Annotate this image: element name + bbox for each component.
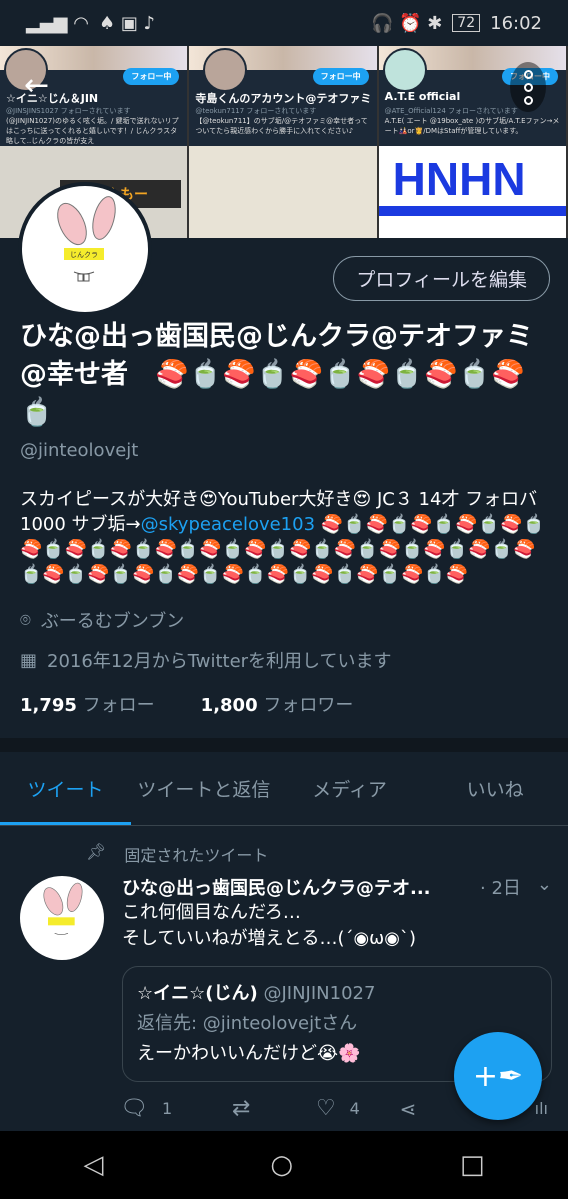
profile-info: ひな@出っ歯国民@じんクラ@テオファミ@幸せ者 🍣🍵🍣🍵🍣🍵🍣🍵🍣🍵🍣🍵 @ji… (20, 318, 552, 717)
tab-likes[interactable]: いいね (422, 752, 568, 825)
followers-number: 1,800 (200, 695, 258, 716)
following-label: フォロー (82, 695, 155, 716)
feather-plus-icon: +✒ (472, 1058, 524, 1094)
notification-icons: ♠ ▣ ♪ (98, 12, 156, 34)
reply-icon[interactable]: 🗨︎ (120, 1096, 148, 1121)
profile-tabs: ツイート ツイートと返信 メディア いいね (0, 752, 568, 826)
tab-tweets[interactable]: ツイート (0, 752, 132, 825)
card-name: A.T.E official (384, 90, 461, 103)
recents-icon[interactable]: □ (460, 1150, 485, 1180)
following-number: 1,795 (20, 695, 77, 716)
quote-author: ☆イニ☆(じん) (137, 983, 258, 1004)
svg-text:じんクラ: じんクラ (70, 251, 98, 259)
card-handle: @JINSJINS1027 フォローされています (6, 107, 131, 115)
back-icon[interactable]: ◁ (83, 1150, 103, 1180)
pinned-label: 📌︎ 固定されたツイート (86, 842, 268, 866)
followers-count[interactable]: 1,800 フォロワー (201, 691, 354, 717)
like-icon[interactable]: ♡ (316, 1096, 336, 1121)
tweet-time: · 2日 (480, 878, 521, 899)
calendar-icon: ▦ (20, 649, 38, 671)
following-count[interactable]: 1,795 フォロー (20, 691, 155, 717)
tweet-text-line: これ何個目なんだろ… (122, 902, 301, 923)
retweet-icon[interactable]: ⇄ (232, 1096, 316, 1121)
bio-link[interactable]: @skypeacelove103 (141, 514, 315, 535)
section-divider (0, 738, 568, 752)
quote-handle: @JINJIN1027 (263, 983, 376, 1004)
like-count: 4 (349, 1099, 360, 1118)
home-icon[interactable]: ○ (270, 1150, 293, 1180)
status-bar: ▂▄▆ ◠ ♠ ▣ ♪ 🎧 ⏰ ✱ 72 16:02 (0, 0, 568, 46)
banner-card-2: フォロー中 寺島くんのアカウント@テオファミ @teokun7117 フォローさ… (189, 46, 379, 238)
more-options-icon[interactable] (510, 62, 546, 112)
card-bio: (@JINJIN1027)のゆるく呟く垢。/ 鍵垢で送れないリプはこっちに送って… (6, 117, 179, 145)
profile-name: ひな@出っ歯国民@じんクラ@テオファミ@幸せ者 🍣🍵🍣🍵🍣🍵🍣🍵🍣🍵🍣🍵 (20, 321, 533, 428)
profile-avatar[interactable]: じんクラ (18, 182, 152, 316)
joined-text: 2016年12月からTwitterを利用しています (47, 651, 392, 672)
card-bio: 【@teokun711】のサブ垢/@テオファミ@幸せ者ってついてたら親近感わくか… (195, 117, 368, 135)
clock: 16:02 (490, 12, 542, 34)
profile-bio: スカイピースが大好き😍YouTuber大好き😍 JC３ 14才 フォロバ1000… (20, 487, 552, 587)
card-handle: @teokun7117 フォローされています (195, 107, 317, 115)
card-handle: @ATE_Official124 フォローされています (384, 107, 518, 115)
location-text: ぶーるむブンブン (40, 611, 185, 632)
chevron-down-icon[interactable]: ⌄ (537, 874, 552, 900)
tab-media[interactable]: メディア (277, 752, 423, 825)
tweet-text-line: そしていいねが増えとる…(´◉ω◉`) (122, 928, 416, 949)
back-arrow-icon[interactable]: ← (24, 68, 49, 103)
followers-label: フォロワー (263, 695, 354, 716)
edit-profile-button[interactable]: プロフィールを編集 (333, 256, 550, 301)
tab-tweets-replies[interactable]: ツイートと返信 (131, 752, 277, 825)
analytics-icon[interactable]: ılı (535, 1099, 548, 1118)
location-pin-icon: ⌾ (20, 609, 31, 631)
banner-hnhn: HNHN (378, 146, 566, 216)
tweet-author: ひな@出っ歯国民@じんクラ@テオ... (122, 878, 431, 899)
quote-reply-to: 返信先: @jinteolovejtさん (137, 1013, 358, 1034)
joined-date: ▦ 2016年12月からTwitterを利用しています (20, 647, 552, 673)
tweet-avatar[interactable] (20, 876, 104, 960)
battery: 72 (452, 14, 481, 32)
follow-button: フォロー中 (123, 68, 180, 85)
location: ⌾ ぶーるむブンブン (20, 607, 552, 633)
pinned-text: 固定されたツイート (124, 846, 269, 865)
pin-icon: 📌︎ (86, 842, 107, 861)
card-name: 寺島くんのアカウント@テオファミ (195, 92, 372, 105)
signal-icon: ▂▄▆ ◠ (26, 12, 89, 34)
reply-count: 1 (161, 1099, 173, 1118)
compose-tweet-button[interactable]: +✒ (454, 1032, 542, 1120)
android-nav-bar: ◁ ○ □ (0, 1131, 568, 1199)
card-bio: A.T.E( エート @19box_ate )のサブ垢/A.T.Eファン→メート… (384, 117, 560, 135)
profile-handle: @jinteolovejt (20, 440, 139, 461)
follow-button: フォロー中 (312, 68, 369, 85)
card-name: ☆イニ☆じん＆JIN (6, 92, 99, 105)
status-icons: 🎧 ⏰ ✱ (370, 12, 443, 34)
